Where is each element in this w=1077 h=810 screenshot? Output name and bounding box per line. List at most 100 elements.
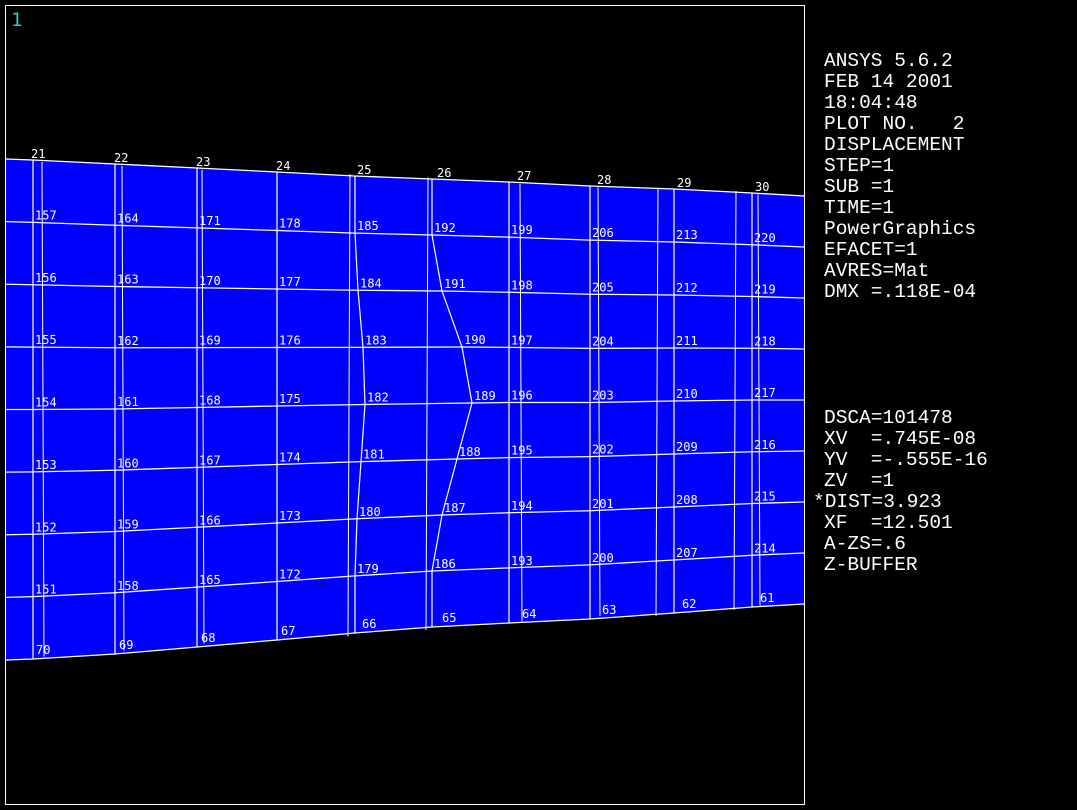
node-number-label: 210 — [676, 387, 698, 401]
legend-spacer — [824, 345, 1069, 366]
node-number-label: 212 — [676, 281, 698, 295]
node-number-label: 182 — [367, 391, 389, 405]
node-number-label: 25 — [357, 163, 371, 177]
node-number-label: 30 — [755, 180, 769, 194]
node-number-label: 207 — [676, 546, 698, 560]
node-number-label: 193 — [511, 554, 533, 568]
node-number-label: 160 — [117, 456, 139, 470]
node-number-label: 216 — [754, 438, 776, 452]
node-number-label: 63 — [602, 603, 616, 617]
node-number-label: 200 — [592, 551, 614, 565]
node-number-label: 65 — [442, 611, 456, 625]
legend-line: DISPLACEMENT — [824, 134, 965, 156]
legend-line: DSCA=101478 — [824, 407, 953, 429]
node-number-label: 186 — [434, 557, 456, 571]
node-number-label: 164 — [117, 211, 139, 225]
node-number-label: 69 — [119, 638, 133, 652]
node-number-label: 202 — [592, 443, 614, 457]
legend-line: EFACET=1 — [824, 239, 918, 261]
node-number-label: 165 — [199, 573, 221, 587]
node-number-label: 195 — [511, 444, 533, 458]
node-number-label: 156 — [35, 271, 57, 285]
node-number-label: 23 — [196, 155, 210, 169]
node-number-label: 174 — [279, 451, 301, 465]
node-number-label: 61 — [760, 591, 774, 605]
node-number-label: 197 — [511, 333, 533, 347]
legend-line: XF =12.501 — [824, 512, 953, 534]
node-number-label: 211 — [676, 334, 698, 348]
node-number-label: 214 — [754, 541, 776, 555]
node-number-label: 189 — [474, 389, 496, 403]
node-number-label: 159 — [117, 518, 139, 532]
node-number-label: 157 — [35, 208, 57, 222]
node-number-label: 213 — [676, 228, 698, 242]
node-number-label: 28 — [597, 173, 611, 187]
legend-line: 18:04:48 — [824, 92, 918, 114]
legend-line: ANSYS 5.6.2 — [824, 50, 953, 72]
node-number-label: 215 — [754, 490, 776, 504]
node-number-label: 196 — [511, 389, 533, 403]
node-number-label: 185 — [357, 219, 379, 233]
node-number-label: 190 — [464, 333, 486, 347]
node-number-label: 201 — [592, 497, 614, 511]
node-number-label: 204 — [592, 334, 614, 348]
node-number-label: 198 — [511, 278, 533, 292]
node-number-label: 194 — [511, 499, 533, 513]
node-number-label: 208 — [676, 493, 698, 507]
node-number-label: 179 — [357, 562, 379, 576]
node-number-label: 163 — [117, 273, 139, 287]
node-number-label: 29 — [677, 176, 691, 190]
node-number-label: 177 — [279, 275, 301, 289]
node-number-label: 178 — [279, 217, 301, 231]
node-number-label: 219 — [754, 283, 776, 297]
node-number-label: 162 — [117, 334, 139, 348]
legend-line: ZV =1 — [824, 470, 895, 492]
node-number-label: 154 — [35, 396, 57, 410]
finite-element-mesh: 21 70 157 156 155 154 153 152 151 22 69 164 163 162 16… — [5, 147, 805, 661]
node-number-label: 22 — [114, 151, 128, 165]
node-number-label: 199 — [511, 223, 533, 237]
node-number-label: 183 — [365, 333, 387, 347]
node-number-label: 192 — [434, 221, 456, 235]
node-number-label: 173 — [279, 509, 301, 523]
node-number-label: 203 — [592, 389, 614, 403]
node-number-label: 167 — [199, 453, 221, 467]
node-number-label: 64 — [522, 607, 536, 621]
node-number-label: 66 — [362, 617, 376, 631]
node-number-label: 151 — [35, 583, 57, 597]
legend-line: SUB =1 — [824, 176, 895, 198]
legend-line: Z-BUFFER — [824, 554, 918, 576]
node-number-label: 206 — [592, 226, 614, 240]
node-number-label: 21 — [31, 147, 45, 161]
node-number-label: 70 — [36, 643, 50, 657]
node-number-label: 168 — [199, 394, 221, 408]
legend-line: XV =.745E-08 — [824, 428, 977, 450]
plot-legend: ANSYS 5.6.2 FEB 14 2001 18:04:48 PLOT NO. 2… — [813, 9, 1069, 618]
node-number-label: 187 — [444, 501, 466, 515]
node-number-label: 68 — [201, 631, 215, 645]
node-number-label: 153 — [35, 458, 57, 472]
node-number-label: 217 — [754, 386, 776, 400]
node-number-label: 176 — [279, 334, 301, 348]
node-number-label: 218 — [754, 334, 776, 348]
legend-view-block: DSCA=101478 XV =.745E-08 YV =-.555E-16 ZV =… — [813, 407, 1069, 576]
node-number-label: 24 — [276, 159, 290, 173]
window-number: 1 — [11, 9, 22, 31]
node-number-label: 205 — [592, 280, 614, 294]
node-number-label: 180 — [359, 505, 381, 519]
node-number-label: 67 — [281, 624, 295, 638]
legend-line: TIME=1 — [824, 197, 895, 219]
node-number-label: 171 — [199, 214, 221, 228]
node-number-label: 220 — [754, 231, 776, 245]
node-number-label: 184 — [360, 276, 382, 290]
legend-header-block: ANSYS 5.6.2 FEB 14 2001 18:04:48 PLOT NO. 2… — [824, 51, 1069, 303]
node-number-label: 155 — [35, 333, 57, 347]
node-number-label: 161 — [117, 395, 139, 409]
node-number-label: 188 — [459, 445, 481, 459]
legend-line: YV =-.555E-16 — [824, 449, 988, 471]
node-number-label: 175 — [279, 392, 301, 406]
node-number-label: 158 — [117, 579, 139, 593]
legend-line: PLOT NO. 2 — [824, 113, 965, 135]
node-number-label: 166 — [199, 513, 221, 527]
legend-line: DMX =.118E-04 — [824, 281, 977, 303]
